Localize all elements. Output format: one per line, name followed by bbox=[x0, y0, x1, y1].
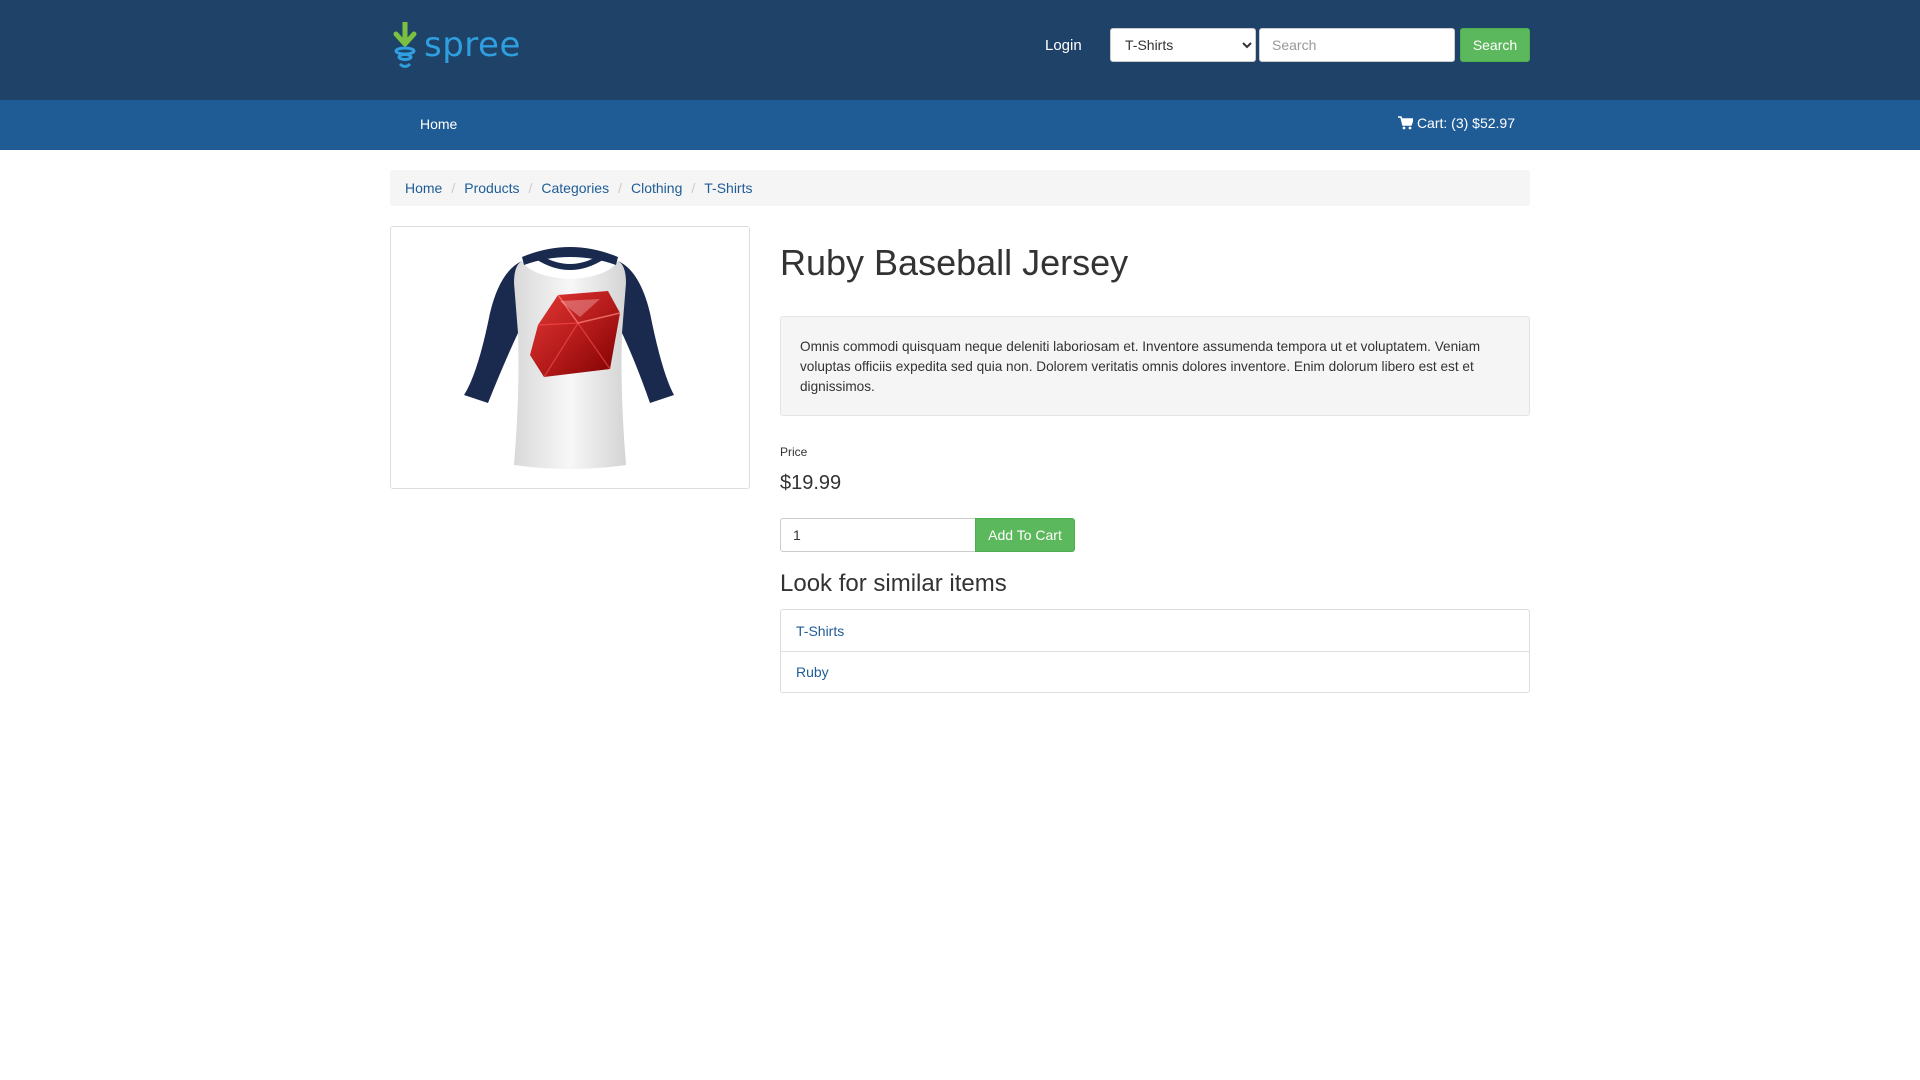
cart-link[interactable]: Cart: (3) $52.97 bbox=[1397, 115, 1515, 131]
product-price: $19.99 bbox=[780, 472, 842, 494]
search-button[interactable]: Search bbox=[1460, 28, 1530, 62]
breadcrumb: Home / Products / Categories / Clothing … bbox=[390, 170, 1530, 206]
similar-items-heading: Look for similar items bbox=[780, 570, 1007, 597]
spree-logo-icon bbox=[393, 22, 417, 68]
product-image-container bbox=[390, 226, 750, 489]
list-item: T-Shirts bbox=[781, 610, 1529, 651]
ruby-baseball-jersey-image[interactable] bbox=[460, 243, 680, 473]
add-to-cart-button[interactable]: Add To Cart bbox=[975, 518, 1075, 552]
nav-home-link[interactable]: Home bbox=[420, 116, 457, 132]
breadcrumb-separator: / bbox=[691, 180, 696, 196]
breadcrumb-categories[interactable]: Categories bbox=[541, 180, 609, 196]
quantity-input[interactable] bbox=[780, 518, 976, 552]
spree-logo[interactable]: spree bbox=[390, 22, 521, 68]
search-input[interactable] bbox=[1259, 28, 1455, 62]
top-header: spree Login T-Shirts Search bbox=[0, 0, 1920, 100]
product-description: Omnis commodi quisquam neque deleniti la… bbox=[780, 316, 1530, 416]
cart-icon bbox=[1397, 116, 1413, 130]
price-label: Price bbox=[780, 445, 808, 459]
login-link[interactable]: Login bbox=[1045, 37, 1082, 54]
similar-items-list: T-Shirts Ruby bbox=[780, 609, 1530, 693]
breadcrumb-products[interactable]: Products bbox=[464, 180, 519, 196]
product-title: Ruby Baseball Jersey bbox=[780, 242, 1129, 283]
similar-item-ruby-link[interactable]: Ruby bbox=[796, 664, 829, 680]
list-item: Ruby bbox=[781, 651, 1529, 692]
breadcrumb-separator: / bbox=[618, 180, 622, 196]
breadcrumb-separator: / bbox=[528, 180, 533, 196]
breadcrumb-clothing[interactable]: Clothing bbox=[631, 180, 682, 196]
logo-text: spree bbox=[424, 25, 521, 65]
breadcrumb-t-shirts[interactable]: T-Shirts bbox=[704, 180, 752, 196]
cart-label: Cart: (3) $52.97 bbox=[1416, 115, 1515, 131]
breadcrumb-separator: / bbox=[451, 180, 456, 196]
taxon-select[interactable]: T-Shirts bbox=[1110, 28, 1256, 62]
breadcrumb-home[interactable]: Home bbox=[405, 180, 442, 196]
main-nav: Home Cart: (3) $52.97 bbox=[0, 100, 1920, 150]
similar-item-t-shirts-link[interactable]: T-Shirts bbox=[796, 623, 844, 639]
